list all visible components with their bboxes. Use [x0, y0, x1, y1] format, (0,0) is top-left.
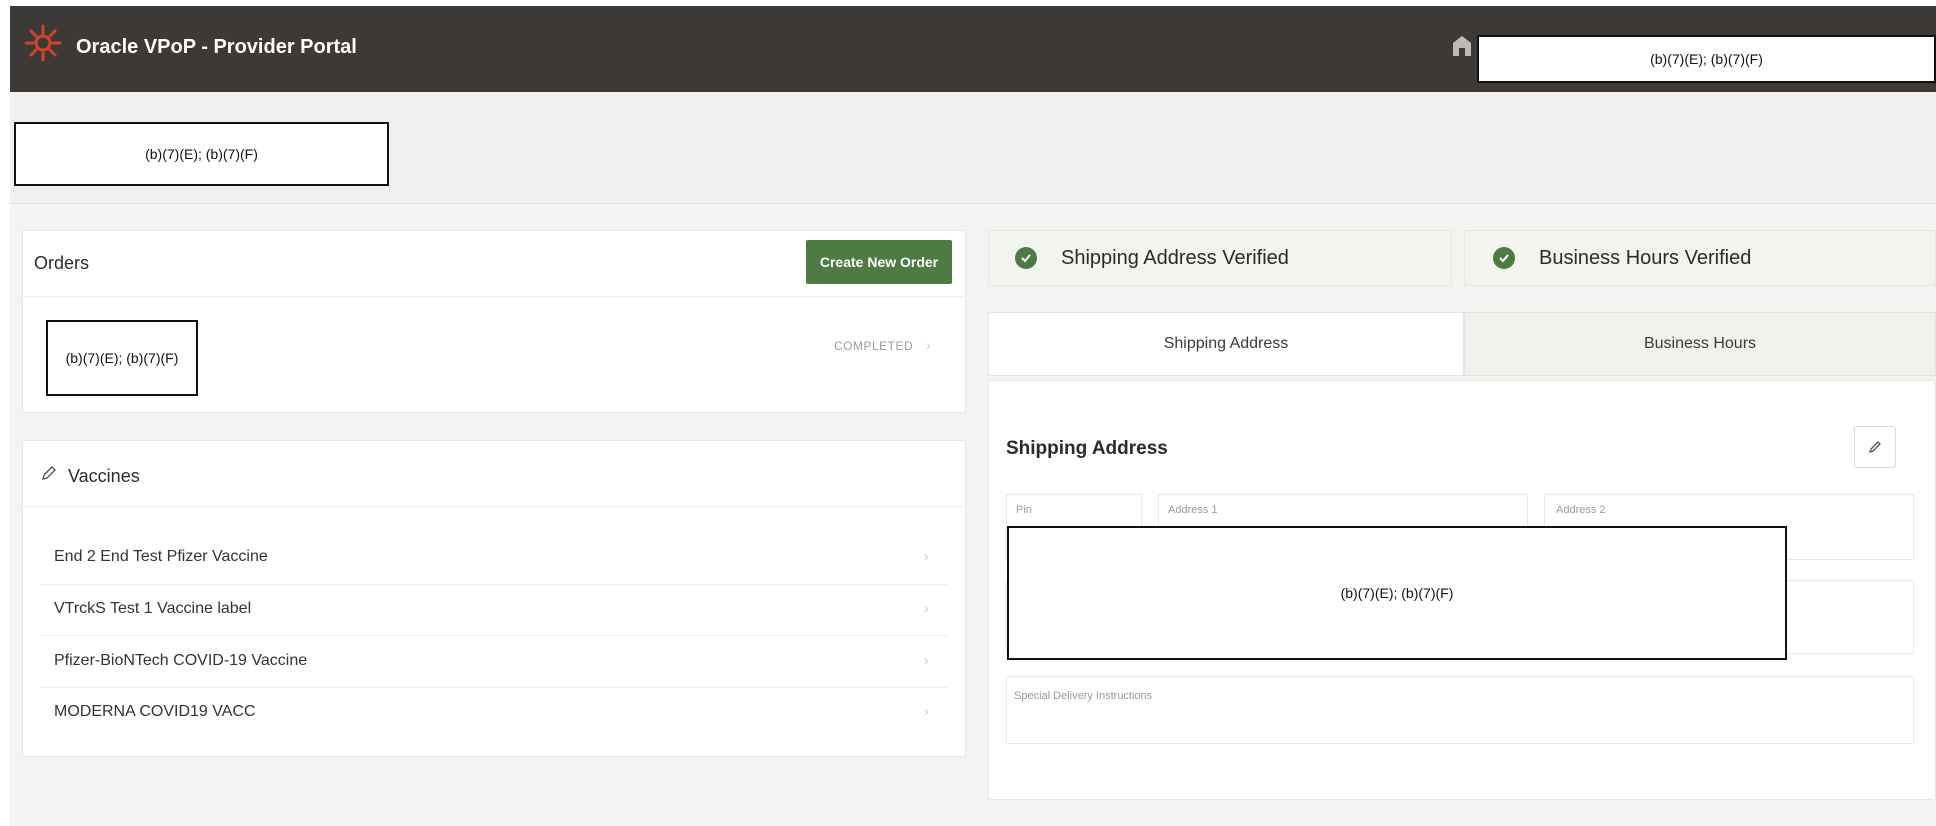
check-circle-icon [1015, 247, 1037, 269]
chevron-right-icon: › [924, 600, 929, 616]
pencil-icon [1868, 441, 1881, 454]
business-hours-verified-label: Business Hours Verified [1539, 246, 1752, 269]
business-hours-verified-banner: Business Hours Verified [1464, 230, 1936, 286]
order-status-badge: COMPLETED [834, 339, 914, 353]
redacted-address-box: (b)(7)(E); (b)(7)(F) [1007, 526, 1787, 660]
special-delivery-instructions-label: Special Delivery Instructions [1014, 690, 1153, 702]
chevron-right-icon: › [924, 652, 929, 668]
chevron-right-icon: › [924, 703, 929, 719]
shipping-verified-label: Shipping Address Verified [1061, 246, 1289, 269]
create-new-order-button[interactable]: Create New Order [806, 240, 952, 284]
shipping-address-heading: Shipping Address [1006, 438, 1168, 459]
redacted-user-box: (b)(7)(E); (b)(7)(F) [1477, 35, 1936, 83]
vaccines-divider [22, 506, 966, 507]
oracle-logo-icon [24, 24, 62, 62]
app-title: Oracle VPoP - Provider Portal [76, 36, 357, 58]
address1-label: Address 1 [1168, 504, 1218, 516]
orders-title: Orders [34, 253, 90, 273]
tab-shipping-address[interactable]: Shipping Address [988, 312, 1464, 376]
redacted-provider-box: (b)(7)(E); (b)(7)(F) [14, 122, 389, 186]
pin-label: Pin [1016, 504, 1032, 516]
address2-label: Address 2 [1556, 504, 1606, 516]
vaccines-title: Vaccines [68, 466, 140, 486]
vaccine-label: MODERNA COVID19 VACC [54, 703, 256, 720]
chevron-right-icon: › [926, 337, 931, 353]
special-delivery-instructions-field[interactable] [1006, 676, 1914, 744]
check-circle-icon [1493, 247, 1515, 269]
vaccine-label: End 2 End Test Pfizer Vaccine [54, 548, 268, 565]
pencil-icon [40, 464, 58, 482]
vaccine-label: Pfizer-BioNTech COVID-19 Vaccine [54, 652, 308, 669]
home-icon[interactable] [1451, 34, 1473, 58]
redacted-order-id: (b)(7)(E); (b)(7)(F) [46, 320, 198, 396]
vaccine-label: VTrckS Test 1 Vaccine label [54, 600, 252, 617]
chevron-right-icon: › [924, 548, 929, 564]
edit-button[interactable] [1854, 426, 1896, 468]
shipping-verified-banner: Shipping Address Verified [988, 230, 1452, 286]
tab-business-hours[interactable]: Business Hours [1464, 312, 1936, 376]
